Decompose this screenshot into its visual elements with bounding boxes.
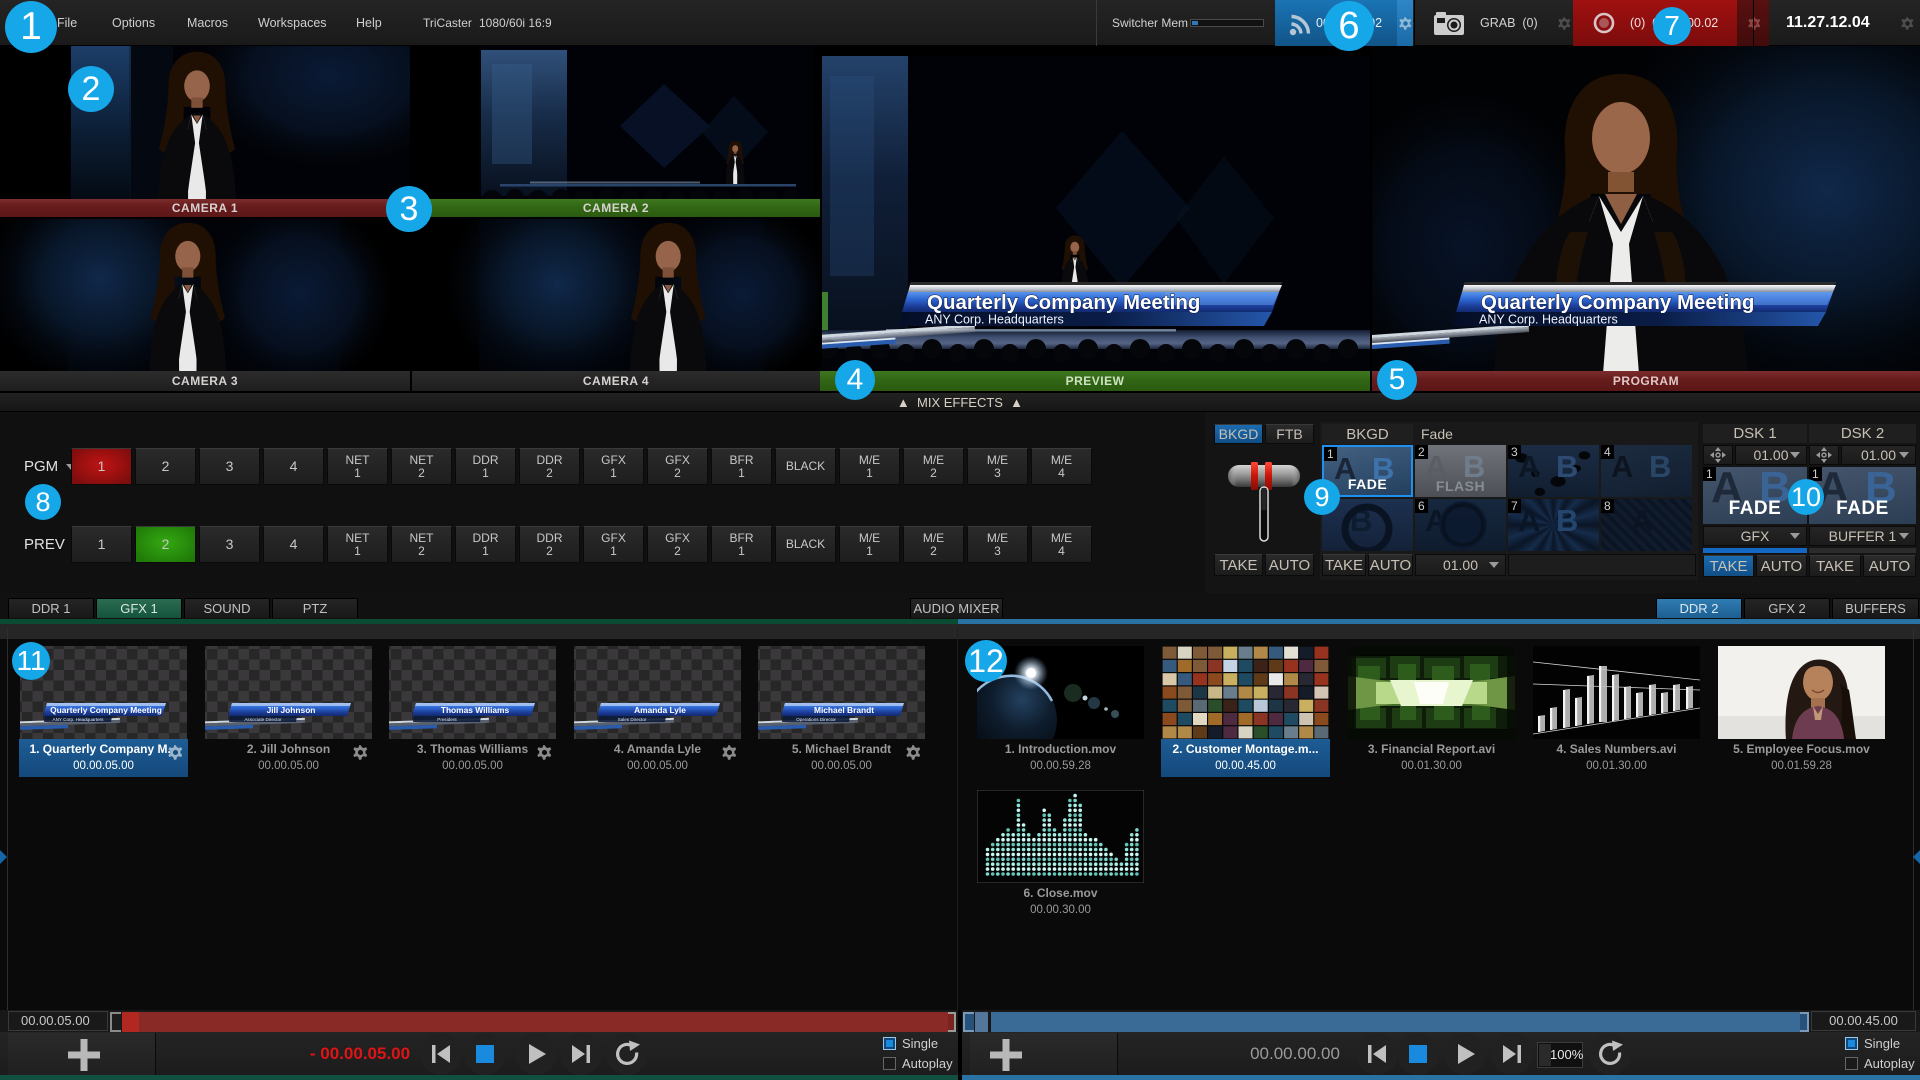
svg-text:Amanda Lyle: Amanda Lyle: [634, 705, 686, 715]
svg-text:ANY Corp. Headquarters: ANY Corp. Headquarters: [53, 717, 105, 722]
svg-text:Thomas Williams: Thomas Williams: [441, 705, 510, 715]
svg-text:Quarterly Company Meeting: Quarterly Company Meeting: [1481, 291, 1754, 314]
svg-text:Quarterly Company Meeting: Quarterly Company Meeting: [50, 705, 162, 715]
svg-text:ANY Corp. Headquarters: ANY Corp. Headquarters: [1479, 313, 1618, 327]
svg-text:Associate Director: Associate Director: [244, 717, 282, 722]
svg-text:Jill Johnson: Jill Johnson: [267, 705, 316, 715]
svg-text:President: President: [437, 717, 457, 722]
svg-text:Operations Director: Operations Director: [796, 717, 836, 722]
svg-text:Sales Director: Sales Director: [618, 717, 647, 722]
svg-text:Quarterly Company Meeting: Quarterly Company Meeting: [927, 291, 1200, 314]
svg-text:ANY Corp. Headquarters: ANY Corp. Headquarters: [925, 313, 1064, 327]
svg-text:Michael Brandt: Michael Brandt: [814, 705, 874, 715]
